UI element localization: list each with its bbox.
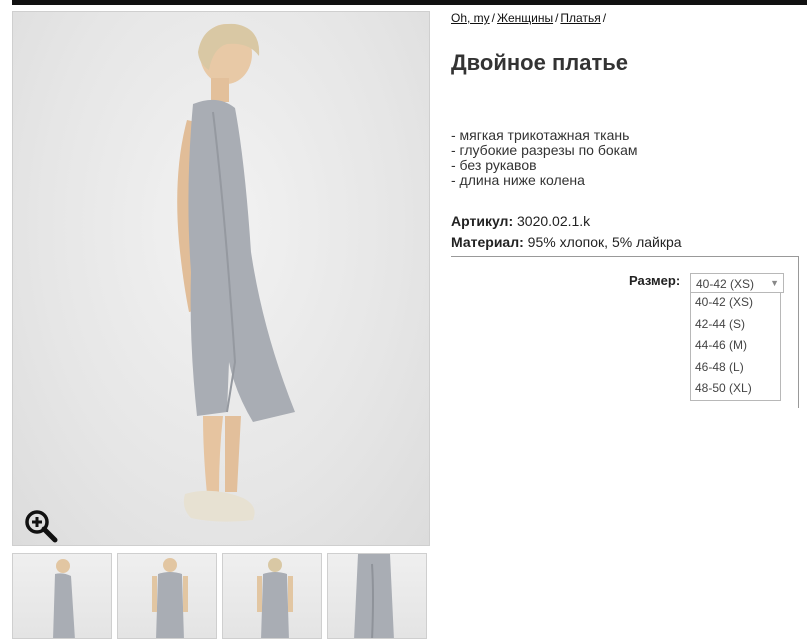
sku-label: Артикул:	[451, 213, 514, 229]
breadcrumb-separator: /	[555, 11, 559, 25]
breadcrumb-link-dresses[interactable]: Платья	[560, 11, 600, 25]
model-photo	[177, 23, 295, 522]
product-material: Материал: 95% хлопок, 5% лайкра	[451, 234, 682, 250]
size-option[interactable]: 40-42 (XS)	[691, 293, 780, 315]
breadcrumb-separator: /	[491, 11, 496, 25]
breadcrumb-link-women[interactable]: Женщины	[497, 11, 553, 25]
size-option[interactable]: 48-50 (XL)	[691, 379, 780, 401]
zoom-in-icon[interactable]	[23, 508, 59, 544]
divider	[451, 256, 799, 257]
feature-item: - мягкая трикотажная ткань	[451, 127, 630, 143]
size-option[interactable]: 44-46 (M)	[691, 336, 780, 358]
thumbnail-strip	[12, 553, 432, 639]
product-sku: Артикул: 3020.02.1.k	[451, 213, 590, 229]
panel-border	[798, 256, 799, 408]
thumbnail-3[interactable]	[222, 553, 322, 639]
material-value: 95% хлопок, 5% лайкра	[527, 234, 682, 250]
size-option[interactable]: 42-44 (S)	[691, 315, 780, 337]
size-selected-value: 40-42 (XS)	[696, 277, 755, 291]
product-features: - мягкая трикотажная ткань - глубокие ра…	[451, 128, 637, 188]
top-bar	[12, 0, 807, 5]
feature-item: - глубокие разрезы по бокам	[451, 142, 638, 158]
product-title: Двойное платье	[451, 50, 628, 75]
thumbnail-1[interactable]	[12, 553, 112, 639]
thumbnail-4[interactable]	[327, 553, 427, 639]
material-label: Материал:	[451, 234, 524, 250]
breadcrumb-separator: /	[602, 11, 607, 25]
size-select[interactable]: 40-42 (XS) ▼	[690, 273, 784, 293]
size-label: Размер:	[629, 273, 681, 288]
thumbnail-2[interactable]	[117, 553, 217, 639]
feature-item: - длина ниже колена	[451, 172, 585, 188]
sku-value: 3020.02.1.k	[517, 213, 591, 229]
dropdown-arrow-icon: ▼	[770, 278, 779, 288]
size-dropdown-list: 40-42 (XS) 42-44 (S) 44-46 (M) 46-48 (L)…	[690, 293, 781, 401]
size-option[interactable]: 46-48 (L)	[691, 358, 780, 380]
breadcrumb-link-home[interactable]: Oh, my	[451, 11, 490, 25]
product-main-image[interactable]	[12, 11, 430, 546]
breadcrumb: Oh, my / Женщины / Платья /	[451, 11, 608, 25]
feature-item: - без рукавов	[451, 157, 537, 173]
